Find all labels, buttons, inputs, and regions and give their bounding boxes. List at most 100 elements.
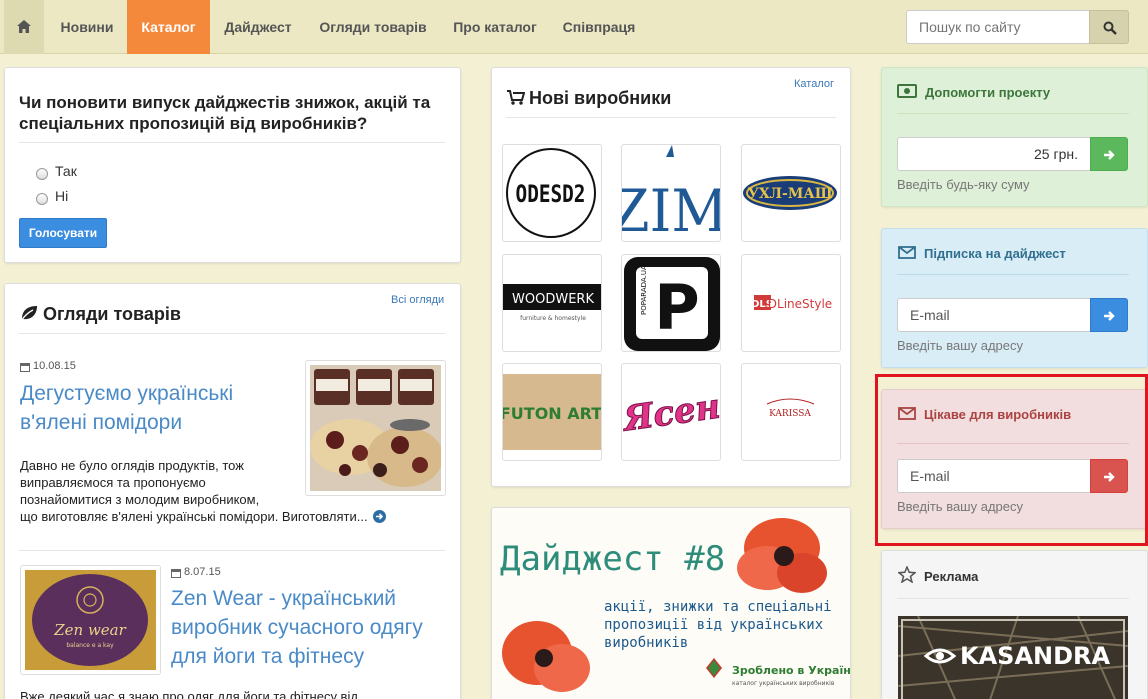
- svg-text:POPARADA.UA: POPARADA.UA: [640, 265, 648, 315]
- calendar-icon: [171, 569, 181, 578]
- nav-item-news[interactable]: Новини: [48, 0, 126, 54]
- svg-text:виробників: виробників: [604, 635, 688, 651]
- karissa-logo: KARISSA: [766, 398, 815, 419]
- svg-text:УХЛ-МАШ: УХЛ-МАШ: [747, 186, 832, 202]
- vote-button[interactable]: Голосувати: [19, 218, 107, 248]
- subscribe-email-input[interactable]: E-mail: [897, 298, 1091, 332]
- woodwerk-logo: WOODWERK furniture & homestyle: [503, 284, 601, 322]
- article-title-line: виробник сучасного одягу: [171, 616, 423, 639]
- poll-option-no-radio[interactable]: [36, 193, 48, 205]
- digest-banner-image: Дайджест #8 акції, знижки та спеціальні …: [492, 508, 851, 699]
- excerpt-line: що виготовляє в'ялені українські помідор…: [20, 509, 368, 524]
- kasandra-banner-image: KASANDRA: [898, 616, 1128, 699]
- new-manufacturers-title: Нові виробники: [529, 88, 672, 108]
- poll-option-no-label: Ні: [55, 188, 69, 204]
- nav-item-about[interactable]: Про каталог: [442, 0, 548, 54]
- article-excerpt: Вже деякий час я знаю про одяг для йоги …: [20, 688, 445, 699]
- nav-item-digest[interactable]: Дайджест: [212, 0, 304, 54]
- divider: [897, 113, 1129, 114]
- svg-text:ODESD2: ODESD2: [516, 181, 586, 209]
- svg-text:Ясен: Ясен: [622, 386, 721, 439]
- zim-logo: ZIM: [622, 145, 721, 242]
- divider: [897, 274, 1129, 275]
- search-icon: [1103, 21, 1117, 35]
- article-title-line: в'ялені помідори: [20, 411, 183, 434]
- envelope-icon: [898, 246, 916, 259]
- svg-text:KASANDRA: KASANDRA: [960, 642, 1111, 670]
- manufacturer-logo-karissa[interactable]: KARISSA: [741, 363, 841, 461]
- leaf-icon: [20, 306, 37, 321]
- search-button[interactable]: [1089, 10, 1129, 44]
- subscribe-panel: Підписка на дайджест E-mail Введіть вашу…: [881, 228, 1148, 368]
- home-icon: [17, 20, 31, 33]
- arrow-right-icon: [1104, 311, 1115, 321]
- nav-home-button[interactable]: [4, 0, 44, 54]
- manufacturer-logo-poparada[interactable]: P POPARADA.UA: [621, 254, 721, 352]
- highlight-frame: [875, 374, 1148, 546]
- manufacturer-logo-uhlmash[interactable]: УХЛ-МАШ: [741, 144, 841, 242]
- money-icon: [897, 84, 917, 98]
- svg-text:Зроблено в Україні: Зроблено в Україні: [732, 664, 851, 677]
- svg-text:KARISSA: KARISSA: [769, 409, 811, 419]
- nav-item-cooperation[interactable]: Співпраця: [552, 0, 646, 54]
- svg-text:P: P: [654, 271, 699, 344]
- svg-text:пропозиції від українських: пропозиції від українських: [604, 617, 823, 633]
- poparada-logo: P POPARADA.UA: [624, 257, 720, 351]
- reviews-title: Огляди товарів: [43, 304, 181, 324]
- zen-wear-image: Zen wear balance e a kay: [25, 570, 156, 670]
- svg-text:balance e a kay: balance e a kay: [66, 642, 114, 649]
- article-title-line: Zen Wear - український: [171, 587, 397, 610]
- article-thumbnail-tomatoes[interactable]: [305, 360, 446, 496]
- donate-amount-input[interactable]: 25 грн.: [897, 137, 1091, 171]
- nav-item-reviews[interactable]: Огляди товарів: [308, 0, 438, 54]
- svg-text:DLineStyle: DLineStyle: [768, 297, 832, 311]
- poll-question: Чи поновити випуск дайджестів знижок, ак…: [19, 93, 431, 133]
- donate-help-text: Введіть будь-яку суму: [897, 177, 1030, 192]
- article-thumbnail-zenwear[interactable]: Zen wear balance e a kay: [20, 565, 161, 675]
- manufacturer-logo-yasen[interactable]: Ясен: [621, 363, 721, 461]
- manufacturer-logo-futonart[interactable]: FUTON ART: [502, 363, 602, 461]
- futonart-logo: FUTON ART: [503, 374, 601, 450]
- ads-title: Реклама: [924, 569, 979, 584]
- all-reviews-link[interactable]: Всі огляди: [391, 294, 444, 306]
- subscribe-title: Підписка на дайджест: [924, 246, 1066, 261]
- donate-title: Допомогти проекту: [925, 85, 1051, 100]
- manufacturer-logo-zim[interactable]: ZIM: [621, 144, 721, 242]
- odesd2-logo: ODESD2: [506, 148, 596, 238]
- article-title-link[interactable]: Дегустуємо українські в'ялені помідори: [20, 379, 233, 437]
- donate-submit-button[interactable]: [1090, 137, 1128, 171]
- article-title-link[interactable]: Zen Wear - український виробник сучасног…: [171, 584, 423, 671]
- reviews-panel: Огляди товарів Всі огляди 10.08.15 Дегус…: [4, 283, 461, 699]
- poll-panel: Чи поновити випуск дайджестів знижок, ак…: [4, 67, 461, 263]
- read-more-arrow-icon[interactable]: [373, 510, 387, 523]
- dlinestyle-logo: DLS DLineStyle: [751, 295, 832, 311]
- subscribe-submit-button[interactable]: [1090, 298, 1128, 332]
- divider: [506, 117, 836, 118]
- manufacturer-logo-woodwerk[interactable]: WOODWERK furniture & homestyle: [502, 254, 602, 352]
- manufacturer-logo-dlinestyle[interactable]: DLS DLineStyle: [741, 254, 841, 352]
- svg-text:ZIM: ZIM: [622, 178, 721, 242]
- subscribe-help-text: Введіть вашу адресу: [897, 338, 1023, 353]
- manufacturer-logo-odesd2[interactable]: ODESD2: [502, 144, 602, 242]
- divider: [19, 333, 445, 334]
- calendar-icon: [20, 363, 30, 372]
- catalog-link[interactable]: Каталог: [794, 78, 834, 90]
- svg-text:Zen wear: Zen wear: [53, 621, 126, 639]
- article-title-line: Дегустуємо українські: [20, 382, 234, 405]
- kasandra-ad-banner[interactable]: KASANDRA: [898, 616, 1128, 699]
- svg-text:каталог українських виробників: каталог українських виробників: [732, 680, 835, 687]
- poll-option-yes-label: Так: [55, 163, 77, 179]
- nav-item-catalog[interactable]: Каталог: [127, 0, 210, 54]
- article-date: 8.07.15: [184, 566, 221, 578]
- poll-option-yes-radio[interactable]: [36, 168, 48, 180]
- donate-panel: Допомогти проекту 25 грн. Введіть будь-я…: [881, 67, 1148, 207]
- svg-text:Дайджест #8: Дайджест #8: [500, 539, 725, 579]
- tomatoes-jars-image: [310, 365, 443, 491]
- new-manufacturers-panel: Нові виробники Каталог ODESD2 ZIM УХЛ-МА…: [491, 67, 851, 487]
- digest-banner[interactable]: Дайджест #8 акції, знижки та спеціальні …: [491, 507, 851, 699]
- search-input[interactable]: [906, 10, 1090, 44]
- divider: [897, 598, 1129, 599]
- shopping-cart-icon: [507, 90, 525, 105]
- svg-text:furniture & homestyle: furniture & homestyle: [520, 315, 586, 322]
- excerpt-line: Вже деякий час я знаю про одяг для йоги …: [20, 689, 358, 699]
